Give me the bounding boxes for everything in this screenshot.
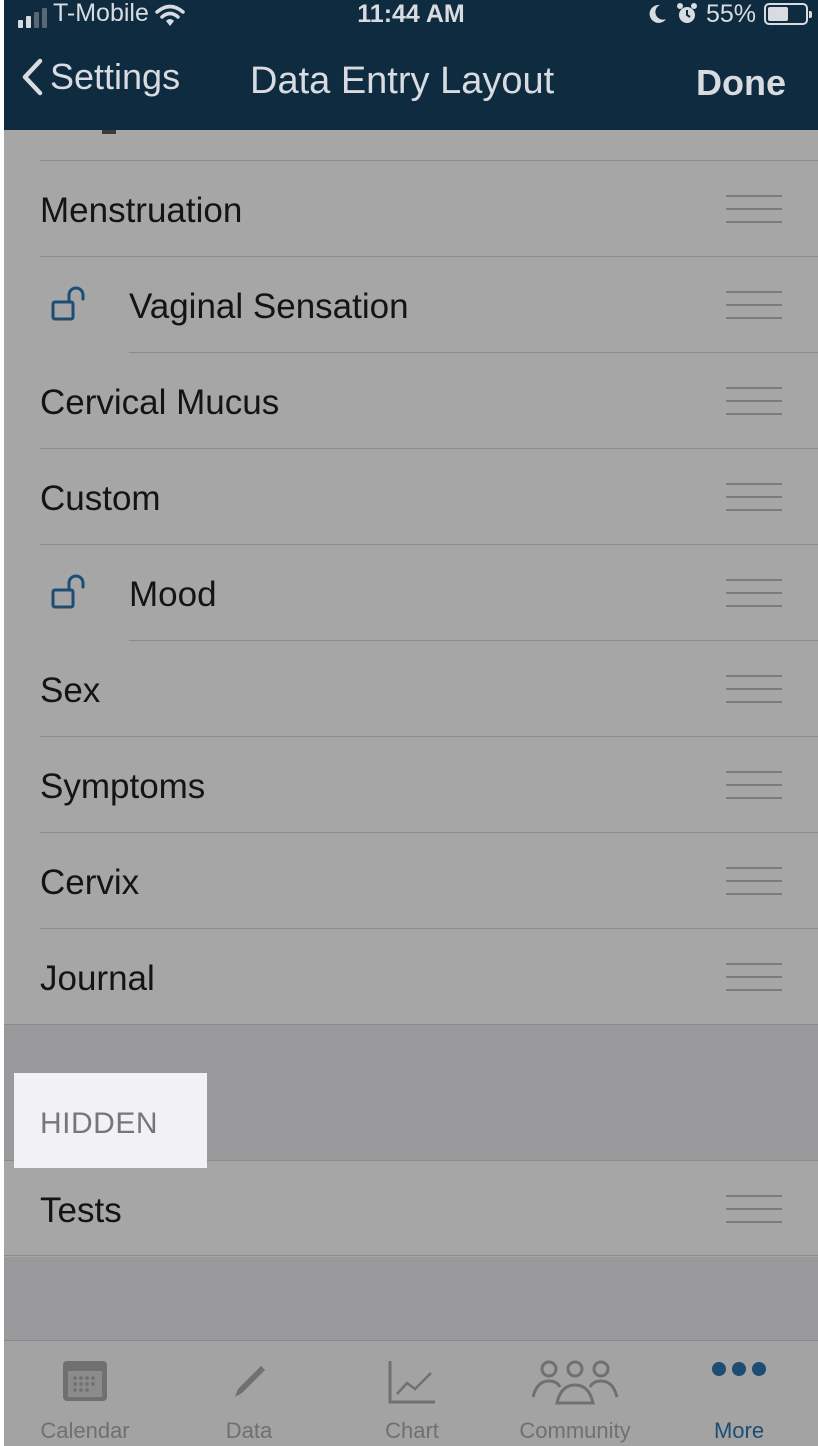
tab-calendar[interactable]: Calendar — [10, 1341, 160, 1446]
drag-handle-icon[interactable] — [726, 291, 782, 321]
list-item-label: Journal — [40, 959, 155, 998]
drag-handle-icon[interactable] — [726, 195, 782, 225]
list-item-label: Cervix — [40, 863, 140, 902]
tab-more[interactable]: More — [664, 1341, 814, 1446]
back-label: Settings — [50, 56, 181, 97]
drag-handle-icon[interactable] — [726, 675, 782, 705]
list-item-label: Tests — [40, 1191, 122, 1230]
more-icon — [711, 1359, 767, 1384]
battery-percent: 55% — [705, 0, 756, 28]
done-button[interactable]: Done — [696, 62, 786, 104]
row-divider — [4, 1255, 818, 1256]
page-title: Data Entry Layout — [250, 60, 555, 102]
pencil-icon — [227, 1359, 271, 1408]
moon-icon — [649, 4, 666, 23]
bottom-gap — [4, 1257, 818, 1340]
tab-community[interactable]: Community — [500, 1341, 650, 1446]
back-button[interactable]: Settings — [20, 56, 180, 98]
frame-edge — [0, 0, 4, 1446]
list-item-label: Symptoms — [40, 767, 206, 806]
list-item[interactable]: Cervical Mucus — [4, 353, 818, 449]
list-item-label: Sex — [40, 671, 101, 710]
list-item[interactable]: Mood — [4, 545, 818, 641]
hidden-items-list: Tests — [4, 1160, 818, 1256]
list-item[interactable]: Cervix — [4, 833, 818, 929]
navigation-bar: Settings Data Entry Layout Done — [4, 30, 818, 130]
drag-handle-icon[interactable] — [726, 387, 782, 417]
list-item-label: Vaginal Sensation — [129, 287, 409, 326]
status-bar: T-Mobile 11:44 AM 55% — [4, 0, 818, 30]
hidden-section-header: HIDDEN — [14, 1073, 207, 1168]
list-item-label: Mood — [129, 575, 217, 614]
drag-handle-icon[interactable] — [726, 963, 782, 993]
chart-icon — [387, 1359, 437, 1410]
drag-handle-icon[interactable] — [726, 771, 782, 801]
tab-label: Calendar — [40, 1418, 130, 1443]
tab-label: Community — [519, 1418, 631, 1443]
list-item[interactable]: Custom — [4, 449, 818, 545]
chevron-left-icon — [22, 58, 43, 96]
tab-chart[interactable]: Chart — [337, 1341, 487, 1446]
list-item[interactable]: Journal — [4, 929, 818, 1025]
tab-data[interactable]: Data — [174, 1341, 324, 1446]
hidden-section-label: HIDDEN — [40, 1107, 159, 1140]
list-item-label: Custom — [40, 479, 161, 518]
unlocked-lock-icon[interactable] — [48, 285, 88, 325]
top-bar: T-Mobile 11:44 AM 55% Settings Data Entr… — [4, 0, 818, 130]
list-item[interactable]: Symptoms — [4, 737, 818, 833]
drag-handle-icon[interactable] — [726, 579, 782, 609]
alarm-icon — [676, 3, 697, 23]
list-item-label: Menstruation — [40, 191, 243, 230]
hidden-list-item[interactable]: Tests — [4, 1160, 818, 1256]
tab-label: More — [713, 1418, 765, 1443]
calendar-icon — [61, 1359, 109, 1408]
list-item-partial — [4, 130, 818, 161]
unlocked-lock-icon[interactable] — [48, 573, 88, 613]
list-item[interactable]: Vaginal Sensation — [4, 257, 818, 353]
people-icon — [527, 1359, 623, 1410]
list-item-label: Cervical Mucus — [40, 383, 280, 422]
list-item[interactable]: Sex — [4, 641, 818, 737]
drag-handle-icon[interactable] — [726, 483, 782, 513]
status-right: 55% — [646, 0, 812, 28]
tab-bar: Calendar Data Chart Community More — [4, 1340, 818, 1446]
tab-label: Chart — [385, 1418, 439, 1443]
battery-icon — [764, 3, 812, 25]
list-item[interactable]: Menstruation — [4, 161, 818, 257]
drag-handle-icon[interactable] — [726, 1195, 782, 1225]
drag-handle-icon[interactable] — [726, 867, 782, 897]
tab-label: Data — [225, 1418, 273, 1443]
partial-text — [102, 130, 116, 134]
visible-items-list: Menstruation Vaginal Sensation Cervical Mu… — [4, 130, 818, 1025]
